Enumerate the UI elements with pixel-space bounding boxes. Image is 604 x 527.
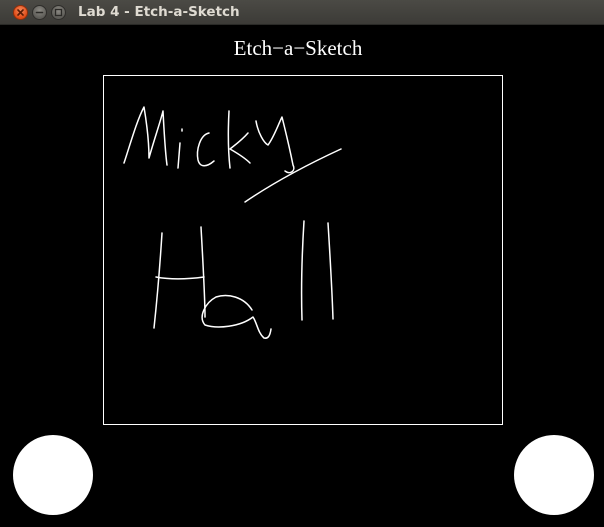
close-button[interactable]: [13, 5, 28, 20]
window-title: Lab 4 - Etch-a-Sketch: [78, 4, 240, 20]
stroke-letter-i: [177, 142, 181, 169]
stroke-letter-m: [123, 106, 168, 166]
right-knob[interactable]: [514, 435, 594, 515]
etch-a-sketch-canvas[interactable]: Etch−a−Sketch: [2, 25, 601, 525]
title-bar[interactable]: Lab 4 - Etch-a-Sketch: [0, 0, 604, 25]
close-icon: [17, 9, 24, 16]
stroke-letter-h-bar: [155, 276, 205, 280]
stroke-underline: [244, 148, 342, 203]
maximize-button[interactable]: [51, 5, 66, 20]
sketch-surface[interactable]: Etch−a−Sketch: [2, 25, 601, 525]
stroke-letter-k: [227, 110, 231, 169]
maximize-icon: [54, 8, 63, 17]
stroke-letter-y: [255, 116, 295, 174]
minimize-icon: [35, 11, 44, 14]
drawn-lines: [123, 106, 342, 339]
stroke-letter-a: [201, 294, 272, 339]
stroke-letter-c: [196, 132, 215, 167]
stroke-letter-k-arm: [229, 132, 251, 164]
left-knob[interactable]: [13, 435, 93, 515]
stroke-letter-h-right: [200, 226, 206, 318]
stroke-letter-l-second: [327, 222, 334, 320]
stroke-letter-l-first: [300, 220, 305, 321]
app-window: Lab 4 - Etch-a-Sketch Etch−a−Sketch: [0, 0, 604, 527]
minimize-button[interactable]: [32, 5, 47, 20]
stroke-letter-h-left: [153, 232, 163, 329]
sketch-heading: Etch−a−Sketch: [234, 36, 363, 60]
